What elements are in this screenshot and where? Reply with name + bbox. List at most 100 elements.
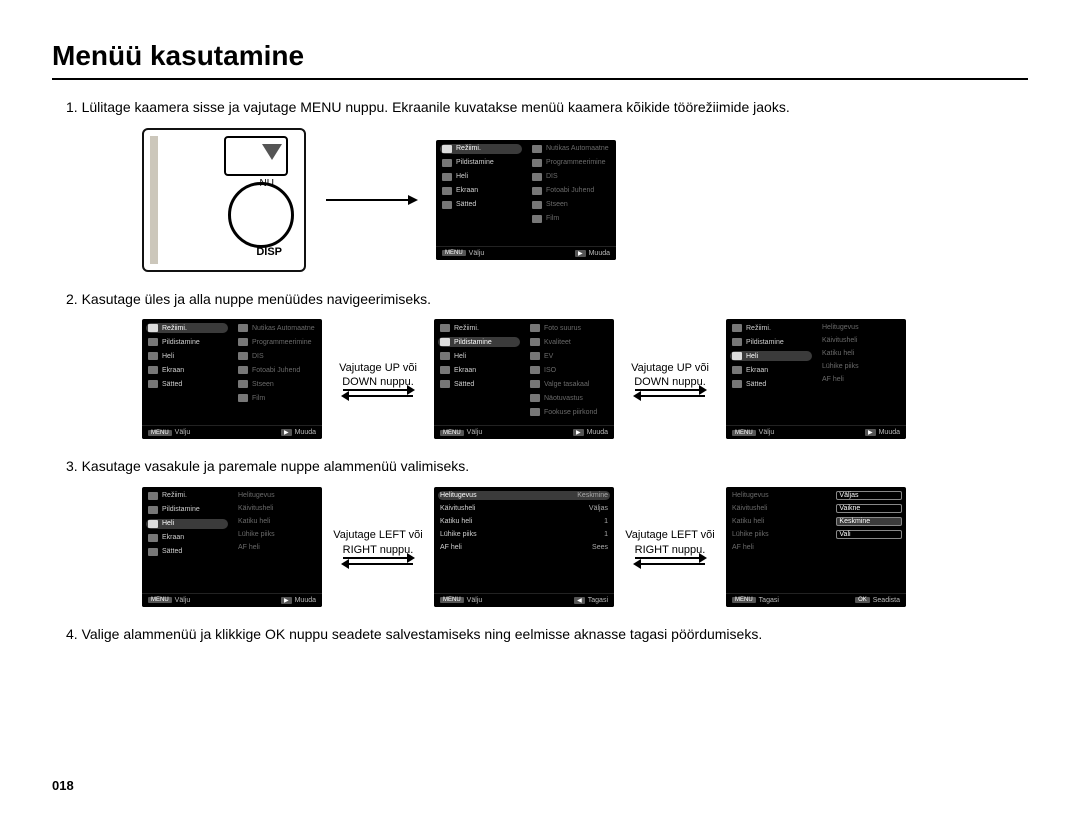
submenu-item: Lühike piiks: [820, 362, 902, 371]
arrow-left-icon: [635, 563, 705, 565]
menu-item: Ekraan: [146, 533, 228, 543]
step1-row: NU DISP Režiimi. Pildistamine Heli Ekraa…: [142, 128, 1028, 272]
menu-item: Sätted: [146, 547, 228, 557]
page-number: 018: [52, 778, 74, 793]
arrow-right-icon: [343, 557, 413, 559]
option-selected: Keskmine: [836, 517, 902, 526]
updown-instruction: Vajutage UP või DOWN nuppu.: [624, 361, 716, 398]
submenu-item: Lühike piiks: [236, 530, 318, 539]
lcd-screen: Režiimi. Pildistamine Heli Ekraan Sätted…: [142, 319, 322, 439]
arrow-down-icon: [262, 144, 282, 160]
submenu-item: Kvaliteet: [528, 337, 610, 347]
submenu-item: Näotuvastus: [528, 393, 610, 403]
submenu-item: DIS: [530, 172, 612, 182]
menu-item: Režiimi.: [730, 323, 812, 333]
menu-item: Režiimi.: [440, 144, 522, 154]
arrow-right-icon: [326, 199, 416, 201]
submenu-item: Nutikas Automaatne: [236, 323, 318, 333]
submenu-item: Fookuse piirkond: [528, 407, 610, 417]
arrow-left-icon: [343, 563, 413, 565]
submenu-item: Nutikas Automaatne: [530, 144, 612, 154]
menu-item: Pildistamine: [438, 337, 520, 347]
step-3: 3. Kasutage vasakule ja paremale nuppe a…: [66, 457, 1028, 477]
menu-item: Heli: [146, 351, 228, 361]
setting-row: Katiku heli: [730, 517, 828, 526]
menu-item: Sätted: [438, 379, 520, 389]
menu-item: Ekraan: [730, 365, 812, 375]
step-1: 1. Lülitage kaamera sisse ja vajutage ME…: [66, 98, 1028, 118]
submenu-item: DIS: [236, 351, 318, 361]
menu-item: Režiimi.: [146, 491, 228, 501]
submenu-item: Stseen: [530, 200, 612, 210]
submenu-item: Foto suurus: [528, 323, 610, 333]
menu-item: Ekraan: [438, 365, 520, 375]
arrow-left-icon: [343, 395, 413, 397]
submenu-item: Fotoabi Juhend: [236, 365, 318, 375]
menu-item: Heli: [440, 172, 522, 182]
submenu-item: Fotoabi Juhend: [530, 186, 612, 196]
page-title: Menüü kasutamine: [52, 40, 1028, 80]
menu-item: Sätted: [730, 379, 812, 389]
menu-item: Ekraan: [146, 365, 228, 375]
setting-row: Lühike piiks: [730, 530, 828, 539]
submenu-item: Käivitusheli: [820, 336, 902, 345]
submenu-item: Programmeerimine: [236, 337, 318, 347]
lcd-screen: Režiimi. Pildistamine Heli Ekraan Sätted…: [142, 487, 322, 607]
arrow-right-icon: [635, 557, 705, 559]
lcd-screen: Režiimi. Pildistamine Heli Ekraan Sätted…: [726, 319, 906, 439]
submenu-item: Helitugevus: [236, 491, 318, 500]
submenu-item: Katiku heli: [820, 349, 902, 358]
step-4: 4. Valige alammenüü ja klikkige OK nuppu…: [66, 625, 1028, 645]
submenu-item: Stseen: [236, 379, 318, 389]
submenu-item: Programmeerimine: [530, 158, 612, 168]
setting-row: HelitugevusKeskmine: [438, 491, 610, 500]
menu-item: Pildistamine: [440, 158, 522, 168]
menu-item: Heli: [438, 351, 520, 361]
menu-item: Režiimi.: [146, 323, 228, 333]
step3-row: Režiimi. Pildistamine Heli Ekraan Sätted…: [142, 487, 1028, 607]
arrow-right-icon: [343, 389, 413, 391]
option: Vali: [836, 530, 902, 539]
arrow-right-icon: [635, 389, 705, 391]
setting-row: Lühike piiks1: [438, 530, 610, 539]
menu-item: Sätted: [146, 379, 228, 389]
menu-item: Ekraan: [440, 186, 522, 196]
setting-row: Käivitusheli: [730, 504, 828, 513]
camera-disp-label: DISP: [256, 246, 282, 258]
menu-item: Pildistamine: [146, 505, 228, 515]
lcd-screen-main: Režiimi. Pildistamine Heli Ekraan Sätted…: [436, 140, 616, 260]
option: Väljas: [836, 491, 902, 500]
submenu-item: Katiku heli: [236, 517, 318, 526]
submenu-item: Film: [236, 393, 318, 403]
step2-row: Režiimi. Pildistamine Heli Ekraan Sätted…: [142, 319, 1028, 439]
setting-row: Katiku heli1: [438, 517, 610, 526]
setting-row: KäivitusheliVäljas: [438, 504, 610, 513]
submenu-item: EV: [528, 351, 610, 361]
menu-item: Heli: [730, 351, 812, 361]
submenu-item: AF heli: [236, 543, 318, 552]
submenu-item: Film: [530, 214, 612, 224]
setting-row: AF heliSees: [438, 543, 610, 552]
submenu-item: Valge tasakaal: [528, 379, 610, 389]
option: Vaikne: [836, 504, 902, 513]
menu-item: Sätted: [440, 200, 522, 210]
submenu-item: Helitugevus: [820, 323, 902, 332]
updown-instruction: Vajutage UP või DOWN nuppu.: [332, 361, 424, 398]
setting-row: Helitugevus: [730, 491, 828, 500]
leftright-instruction: Vajutage LEFT või RIGHT nuppu.: [332, 528, 424, 565]
leftright-instruction: Vajutage LEFT või RIGHT nuppu.: [624, 528, 716, 565]
lcd-screen: Režiimi. Pildistamine Heli Ekraan Sätted…: [434, 319, 614, 439]
setting-row: AF heli: [730, 543, 828, 552]
step-2: 2. Kasutage üles ja alla nuppe menüüdes …: [66, 290, 1028, 310]
menu-item: Heli: [146, 519, 228, 529]
camera-illustration: NU DISP: [142, 128, 306, 272]
lcd-screen: HelitugevusKeskmine KäivitusheliVäljas K…: [434, 487, 614, 607]
camera-btn-label: NU: [260, 178, 274, 189]
submenu-item: Käivitusheli: [236, 504, 318, 513]
menu-item: Pildistamine: [146, 337, 228, 347]
lcd-screen: Helitugevus Käivitusheli Katiku heli Lüh…: [726, 487, 906, 607]
arrow-left-icon: [635, 395, 705, 397]
menu-item: Režiimi.: [438, 323, 520, 333]
submenu-item: AF heli: [820, 375, 902, 384]
submenu-item: ISO: [528, 365, 610, 375]
